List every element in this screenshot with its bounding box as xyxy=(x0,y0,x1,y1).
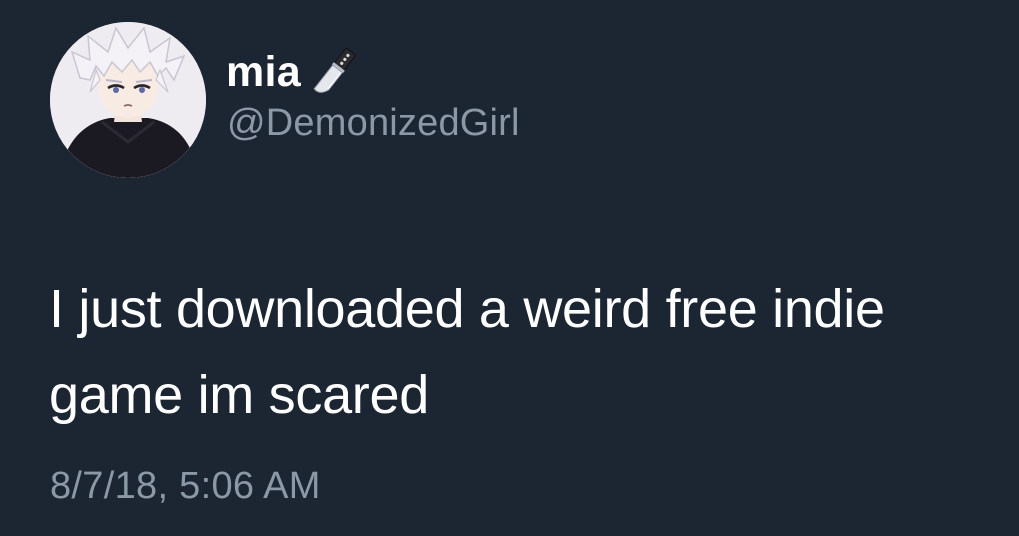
display-name-text: mia xyxy=(226,47,301,96)
avatar-image xyxy=(50,22,206,178)
tweet-text: I just downloaded a weird free indie gam… xyxy=(49,266,999,438)
tweet-text-line: I just downloaded a weird free indie xyxy=(49,279,885,339)
author-handle[interactable]: @DemonizedGirl xyxy=(227,104,520,142)
tweet-text-line: game im scared xyxy=(49,365,429,425)
author-display-name[interactable]: mia xyxy=(226,44,363,100)
kitchen-knife-icon xyxy=(307,44,363,100)
tweet-card: mia @DemonizedGirl I just downloaded a w… xyxy=(0,0,1019,536)
avatar[interactable] xyxy=(50,22,206,178)
tweet-timestamp[interactable]: 8/7/18, 5:06 AM xyxy=(50,467,321,505)
